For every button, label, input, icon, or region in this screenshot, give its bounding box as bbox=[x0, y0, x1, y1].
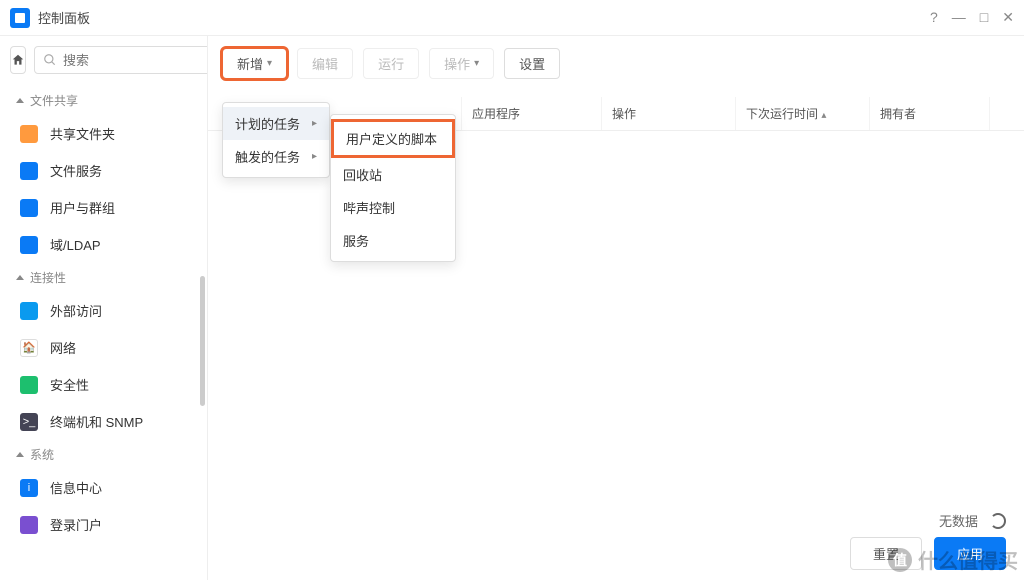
th-next-run[interactable]: 下次运行时间 ▴ bbox=[736, 97, 870, 130]
search-input[interactable] bbox=[63, 53, 208, 68]
folder-icon bbox=[20, 125, 38, 143]
sidebar-item-network[interactable]: 🏠网络 bbox=[0, 329, 207, 366]
dropdown-item-scheduled-task[interactable]: 计划的任务 bbox=[223, 107, 329, 140]
edit-button: 编辑 bbox=[297, 48, 353, 79]
settings-button[interactable]: 设置 bbox=[504, 48, 560, 79]
no-data-label: 无数据 bbox=[939, 511, 978, 530]
maximize-icon[interactable]: □ bbox=[980, 9, 988, 26]
toolbar: 新增 编辑 运行 操作 设置 bbox=[208, 36, 1024, 91]
submenu-recycle-bin[interactable]: 回收站 bbox=[331, 158, 455, 191]
chevron-right-icon bbox=[312, 151, 317, 162]
sidebar-item-external-access[interactable]: 外部访问 bbox=[0, 292, 207, 329]
sidebar-item-login-portal[interactable]: 登录门户 bbox=[0, 506, 207, 543]
chevron-down-icon bbox=[267, 58, 272, 69]
new-button[interactable]: 新增 bbox=[222, 48, 287, 79]
sidebar: 文件共享 共享文件夹 文件服务 用户与群组 域/LDAP 连接性 外部访问 🏠网… bbox=[0, 36, 208, 580]
search-field[interactable] bbox=[34, 46, 208, 74]
file-icon bbox=[20, 162, 38, 180]
sidebar-item-shared-folder[interactable]: 共享文件夹 bbox=[0, 115, 207, 152]
sidebar-item-info-center[interactable]: i信息中心 bbox=[0, 469, 207, 506]
login-icon bbox=[20, 516, 38, 534]
ldap-icon bbox=[20, 236, 38, 254]
sidebar-item-security[interactable]: 安全性 bbox=[0, 366, 207, 403]
sidebar-group-fileshare[interactable]: 文件共享 bbox=[0, 86, 207, 115]
th-action[interactable]: 操作 bbox=[602, 97, 736, 130]
chevron-up-icon bbox=[16, 449, 24, 460]
dropdown-item-triggered-task[interactable]: 触发的任务 bbox=[223, 140, 329, 173]
help-icon[interactable]: ? bbox=[930, 9, 938, 26]
network-icon: 🏠 bbox=[20, 339, 38, 357]
refresh-icon[interactable] bbox=[990, 513, 1006, 529]
window-controls: ? — □ ✕ bbox=[930, 9, 1014, 26]
submenu-beep-control[interactable]: 哔声控制 bbox=[331, 191, 455, 224]
titlebar: 控制面板 ? — □ ✕ bbox=[0, 0, 1024, 36]
window-title: 控制面板 bbox=[38, 8, 930, 27]
submenu-user-script[interactable]: 用户定义的脚本 bbox=[331, 119, 455, 158]
sidebar-item-ldap[interactable]: 域/LDAP bbox=[0, 226, 207, 263]
chevron-up-icon bbox=[16, 272, 24, 283]
close-icon[interactable]: ✕ bbox=[1002, 9, 1014, 26]
th-owner[interactable]: 拥有者 bbox=[870, 97, 990, 130]
action-button: 操作 bbox=[429, 48, 494, 79]
run-button: 运行 bbox=[363, 48, 419, 79]
info-icon: i bbox=[20, 479, 38, 497]
new-dropdown: 计划的任务 触发的任务 bbox=[222, 102, 330, 178]
sort-asc-icon: ▴ bbox=[821, 110, 826, 121]
users-icon bbox=[20, 199, 38, 217]
minimize-icon[interactable]: — bbox=[952, 9, 966, 26]
sidebar-group-system[interactable]: 系统 bbox=[0, 440, 207, 469]
chevron-down-icon bbox=[474, 58, 479, 69]
search-icon bbox=[43, 53, 57, 67]
terminal-icon: >_ bbox=[20, 413, 38, 431]
app-icon bbox=[10, 8, 30, 28]
content-area: 新增 编辑 运行 操作 设置 已启动 任务 应用程序 操作 下次运行时间 ▴ 拥… bbox=[208, 36, 1024, 580]
home-button[interactable] bbox=[10, 46, 26, 74]
globe-icon bbox=[20, 302, 38, 320]
sidebar-group-connectivity[interactable]: 连接性 bbox=[0, 263, 207, 292]
th-app[interactable]: 应用程序 bbox=[462, 97, 602, 130]
bottom-bar: 重置 应用 bbox=[850, 537, 1006, 570]
apply-button[interactable]: 应用 bbox=[934, 537, 1006, 570]
sidebar-item-terminal-snmp[interactable]: >_终端机和 SNMP bbox=[0, 403, 207, 440]
chevron-up-icon bbox=[16, 95, 24, 106]
sidebar-item-users-groups[interactable]: 用户与群组 bbox=[0, 189, 207, 226]
sidebar-item-file-service[interactable]: 文件服务 bbox=[0, 152, 207, 189]
scrollbar[interactable] bbox=[200, 276, 205, 406]
shield-icon bbox=[20, 376, 38, 394]
home-icon bbox=[11, 53, 25, 67]
submenu-service[interactable]: 服务 bbox=[331, 224, 455, 257]
table-footer: 无数据 bbox=[939, 511, 1006, 530]
scheduled-task-submenu: 用户定义的脚本 回收站 哔声控制 服务 bbox=[330, 114, 456, 262]
chevron-right-icon bbox=[312, 118, 317, 129]
reset-button[interactable]: 重置 bbox=[850, 537, 922, 570]
